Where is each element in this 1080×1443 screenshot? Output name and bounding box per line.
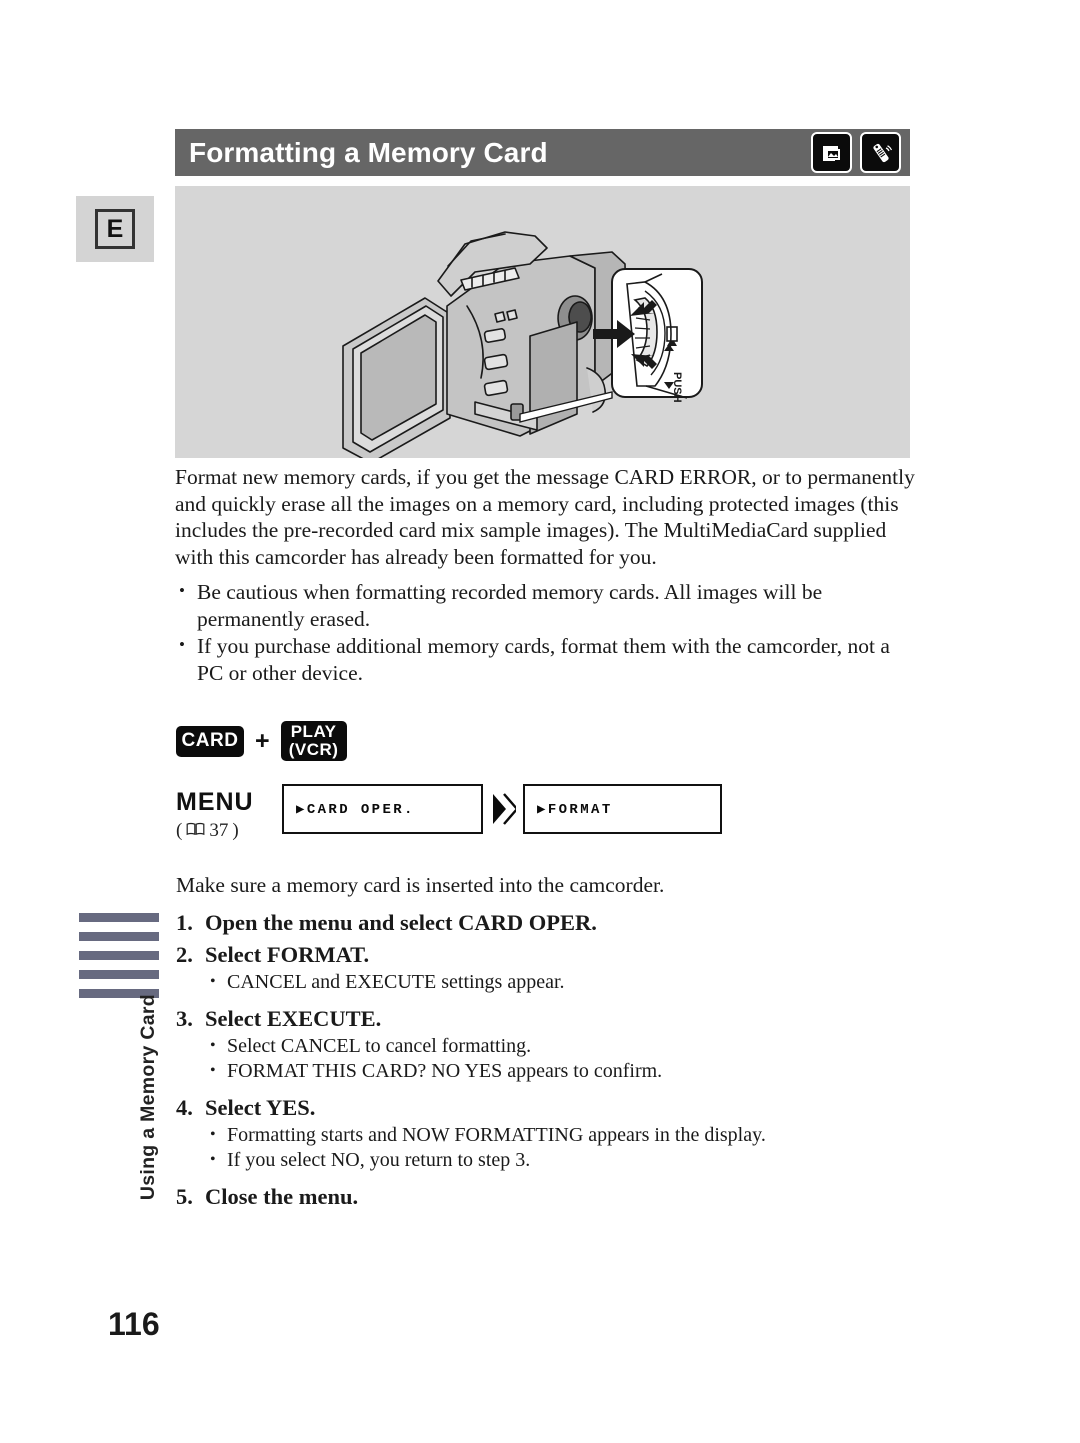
menu-screen-format: ▶FORMAT — [523, 784, 722, 834]
step-2: 2. Select FORMAT. — [176, 940, 916, 970]
remote-control-icon — [860, 132, 901, 173]
step-3-title: Select EXECUTE. — [205, 1005, 382, 1031]
page-number: 116 — [108, 1306, 160, 1342]
procedure-section: Make sure a memory card is inserted into… — [176, 872, 916, 1212]
header-icon-group — [811, 132, 901, 173]
book-icon — [186, 820, 205, 842]
menu-page-number: 37 — [209, 820, 229, 841]
side-bar — [79, 970, 159, 979]
control-button-row: CARD + PLAY (VCR) — [176, 721, 347, 761]
step-1: 1. Open the menu and select CARD OPER. — [176, 908, 916, 938]
step-4-number: 4. — [176, 1094, 193, 1120]
intro-bullet-list: Be cautious when formatting recorded mem… — [175, 578, 915, 686]
step-5-number: 5. — [176, 1183, 193, 1209]
step-4-bullets: Formatting starts and NOW FORMATTING app… — [176, 1122, 916, 1174]
language-tab: E — [76, 196, 154, 262]
procedure-intro: Make sure a memory card is inserted into… — [176, 873, 665, 897]
play-vcr-button[interactable]: PLAY (VCR) — [280, 721, 347, 761]
list-item: Be cautious when formatting recorded mem… — [175, 578, 915, 632]
plus-symbol: + — [255, 726, 270, 755]
list-item: CANCEL and EXECUTE settings appear. — [176, 969, 916, 996]
language-tab-label: E — [95, 209, 135, 249]
camcorder-illustration: PUSH — [175, 186, 910, 458]
intro-paragraph: Format new memory cards, if you get the … — [175, 465, 915, 569]
menu-button-label[interactable]: MENU — [176, 788, 282, 817]
menu-page-reference: ( 37) — [176, 820, 282, 842]
step-3: 3. Select EXECUTE. — [176, 1004, 916, 1034]
page-title: Formatting a Memory Card — [189, 136, 548, 168]
side-bar — [79, 932, 159, 941]
step-2-title: Select FORMAT. — [205, 942, 370, 967]
side-tab-text: Using a Memory Card — [136, 993, 159, 1200]
side-bar — [79, 951, 159, 960]
menu-screen-format-text: ▶FORMAT — [537, 801, 613, 818]
step-4-title: Select YES. — [205, 1094, 316, 1120]
step-1-number: 1. — [176, 910, 193, 935]
step-4: 4. Select YES. — [176, 1093, 916, 1123]
step-3-bullets: Select CANCEL to cancel formatting. FORM… — [176, 1033, 916, 1085]
paren-open: ( — [176, 820, 183, 841]
list-item: If you select NO, you return to step 3. — [176, 1147, 916, 1174]
step-1-title: Open the menu and select CARD OPER. — [205, 910, 597, 935]
play-vcr-line2: (VCR) — [288, 740, 339, 759]
list-item: If you purchase additional memory cards,… — [175, 632, 915, 686]
intro-section: Format new memory cards, if you get the … — [175, 464, 915, 687]
menu-flow: MENU ( 37) ▶CARD OPER. ▶FORMAT — [176, 784, 722, 842]
step-5-title: Close the menu. — [205, 1183, 359, 1209]
side-tab-label: Using a Memory Card — [131, 985, 165, 1200]
menu-screen-card-oper: ▶CARD OPER. — [282, 784, 483, 834]
menu-label-group: MENU ( 37) — [176, 784, 282, 842]
step-3-number: 3. — [176, 1005, 193, 1031]
step-2-bullets: CANCEL and EXECUTE settings appear. — [176, 969, 916, 996]
play-vcr-line1: PLAY — [290, 722, 337, 741]
menu-screen-card-oper-text: ▶CARD OPER. — [296, 801, 415, 818]
list-item: Formatting starts and NOW FORMATTING app… — [176, 1122, 916, 1149]
step-2-number: 2. — [176, 942, 193, 967]
flow-arrow-icon — [483, 784, 523, 834]
list-item: FORMAT THIS CARD? NO YES appears to conf… — [176, 1058, 916, 1085]
paren-close: ) — [232, 820, 239, 841]
card-button[interactable]: CARD — [176, 725, 244, 757]
push-label: PUSH — [671, 372, 683, 403]
step-5: 5. Close the menu. — [176, 1182, 916, 1212]
memory-card-photo-icon — [811, 132, 852, 173]
side-bar — [79, 913, 159, 922]
section-header: Formatting a Memory Card — [175, 129, 910, 176]
list-item: Select CANCEL to cancel formatting. — [176, 1033, 916, 1060]
